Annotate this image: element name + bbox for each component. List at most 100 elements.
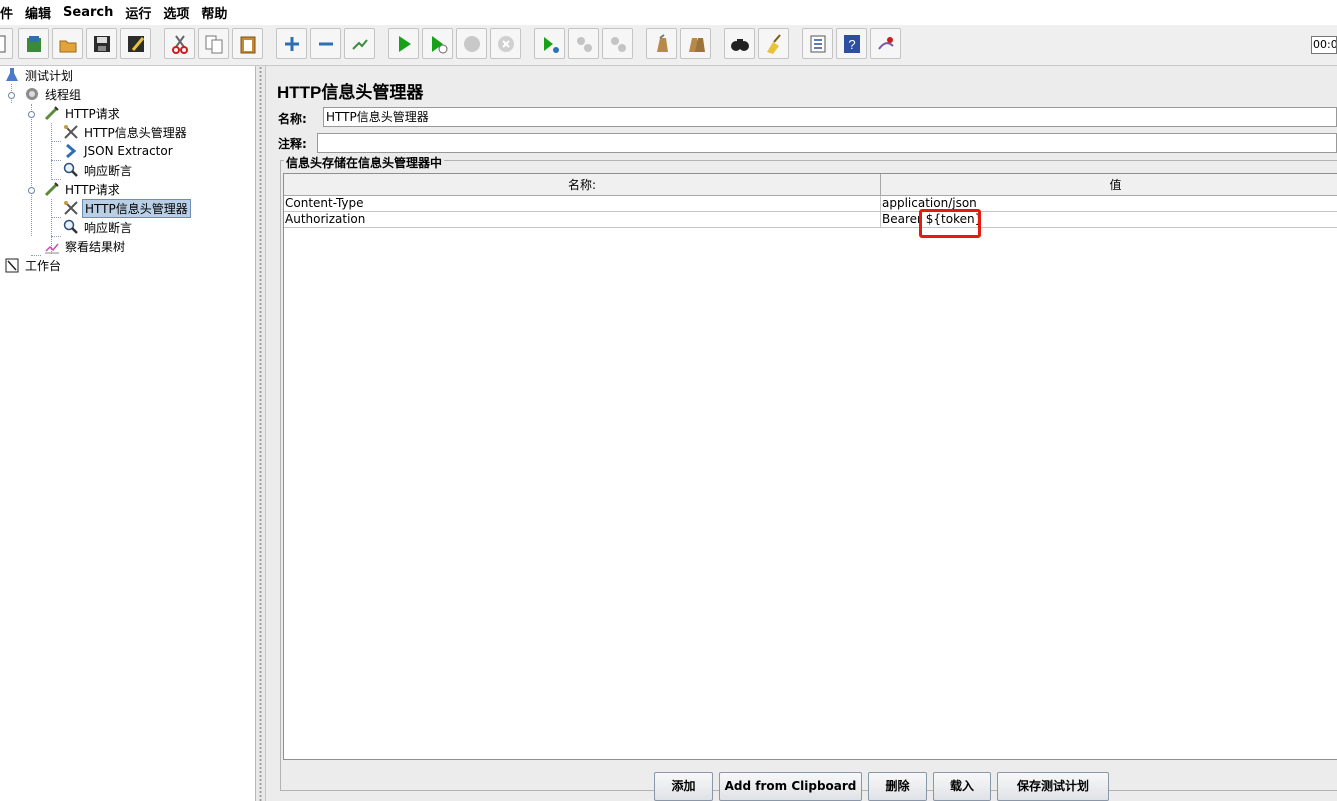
column-header-value[interactable]: 值: [881, 174, 1337, 196]
remote-stop-icon: [576, 36, 592, 52]
reset-search-icon: [766, 33, 781, 54]
tree-node-label: 测试计划: [25, 68, 74, 83]
templates-icon: [26, 35, 41, 52]
comment-label: 注释:: [278, 137, 307, 151]
collapse-icon: [318, 42, 333, 45]
tree-node-view-results-tree[interactable]: 察看结果树: [44, 237, 127, 255]
delete-button[interactable]: 删除: [868, 772, 927, 801]
tree-expand-handle[interactable]: [28, 187, 35, 194]
splitter-grip: [259, 66, 262, 801]
expand-button[interactable]: [276, 28, 307, 59]
add-button[interactable]: 添加: [654, 772, 713, 801]
tree-node-label: HTTP信息头管理器: [84, 125, 187, 140]
tree-node-http-request[interactable]: HTTP请求: [44, 180, 122, 198]
table-cell-name[interactable]: Authorization: [284, 212, 881, 228]
tree-node-workbench[interactable]: 工作台: [4, 256, 63, 274]
tree-node-http-request[interactable]: HTTP请求: [44, 104, 122, 122]
header-manager-panel: HTTP信息头管理器 名称: HTTP信息头管理器 注释: 信息头存储在信息头管…: [266, 66, 1337, 801]
remote-exit-button[interactable]: [602, 28, 633, 59]
stop-button[interactable]: [456, 28, 487, 59]
header-manager-icon: [64, 201, 78, 215]
name-input[interactable]: HTTP信息头管理器: [323, 107, 1337, 127]
load-button[interactable]: 载入: [933, 772, 991, 801]
search-button[interactable]: [724, 28, 755, 59]
tree-node-label: HTTP请求: [65, 106, 120, 121]
templates-button[interactable]: [18, 28, 49, 59]
save-as-button[interactable]: [120, 28, 151, 59]
test-plan-tree: 测试计划 线程组 HTTP请求 HTTP信息头管理器 JSON Extracto…: [0, 66, 256, 801]
tree-expand-handle[interactable]: [28, 111, 35, 118]
toggle-button[interactable]: [344, 28, 375, 59]
tree-expand-handle[interactable]: [8, 92, 15, 99]
help-button[interactable]: ?: [836, 28, 867, 59]
clear-all-icon: [688, 37, 705, 52]
add-from-clipboard-button[interactable]: Add from Clipboard: [719, 772, 862, 801]
start-button[interactable]: [388, 28, 419, 59]
reset-search-button[interactable]: [758, 28, 789, 59]
tree-node-label: JSON Extractor: [84, 144, 173, 158]
save-button[interactable]: [86, 28, 117, 59]
tree-connector: [51, 141, 61, 142]
paste-icon: [240, 36, 255, 53]
clear-button[interactable]: [646, 28, 677, 59]
tree-node-response-assertion[interactable]: 响应断言: [63, 218, 134, 236]
assertion-icon: [63, 219, 78, 234]
menu-options[interactable]: 选项: [157, 3, 195, 22]
logger-button[interactable]: [870, 28, 901, 59]
toggle-icon: [351, 38, 368, 50]
headers-table: 名称: 值 Content-Type application/json Auth…: [283, 173, 1337, 760]
tree-node-response-assertion[interactable]: 响应断言: [63, 161, 134, 179]
annotation-highlight-box: [919, 209, 981, 238]
help-icon: ?: [843, 34, 860, 53]
name-label: 名称:: [278, 112, 307, 126]
menu-help[interactable]: 帮助: [195, 3, 233, 22]
shutdown-button[interactable]: [490, 28, 521, 59]
new-icon: [0, 35, 5, 52]
collapse-button[interactable]: [310, 28, 341, 59]
tree-node-json-extractor[interactable]: JSON Extractor: [63, 142, 175, 160]
save-test-plan-button[interactable]: 保存测试计划: [997, 772, 1109, 801]
menu-run[interactable]: 运行: [119, 3, 157, 22]
test-plan-icon: [6, 68, 18, 81]
remote-start-button[interactable]: [534, 28, 565, 59]
function-helper-button[interactable]: [802, 28, 833, 59]
workbench-icon: [5, 258, 19, 273]
header-manager-icon: [64, 125, 78, 139]
open-button[interactable]: [52, 28, 83, 59]
search-icon: [730, 38, 749, 51]
toolbar: ?: [0, 25, 1337, 66]
cut-button[interactable]: [164, 28, 195, 59]
menu-file[interactable]: 件: [0, 3, 19, 22]
tree-node-label: HTTP请求: [65, 182, 120, 197]
copy-button[interactable]: [198, 28, 229, 59]
tree-node-label: 响应断言: [84, 220, 133, 235]
pane-splitter[interactable]: [256, 66, 266, 801]
tree-node-test-plan[interactable]: 测试计划: [4, 66, 75, 84]
start-no-pause-button[interactable]: [422, 28, 453, 59]
paste-button[interactable]: [232, 28, 263, 59]
tree-node-label: 察看结果树: [65, 239, 126, 254]
copy-icon: [205, 35, 222, 53]
tree-node-label: HTTP信息头管理器: [82, 198, 191, 218]
tree-node-thread-group[interactable]: 线程组: [24, 85, 83, 103]
menu-edit[interactable]: 编辑: [19, 3, 57, 22]
remote-stop-button[interactable]: [568, 28, 599, 59]
clear-all-button[interactable]: [680, 28, 711, 59]
logger-icon: [877, 36, 894, 50]
timer-display: 00:0: [1311, 36, 1337, 54]
headers-group-title: 信息头存储在信息头管理器中: [284, 154, 445, 171]
tree-node-header-manager[interactable]: HTTP信息头管理器: [63, 123, 189, 141]
tree-node-label: 工作台: [25, 258, 62, 273]
menu-search[interactable]: Search: [57, 5, 119, 20]
table-cell-name[interactable]: Content-Type: [284, 196, 881, 212]
column-header-name[interactable]: 名称:: [284, 174, 881, 196]
http-request-icon: [44, 182, 59, 197]
comment-input[interactable]: [317, 133, 1337, 153]
tree-node-header-manager-selected[interactable]: HTTP信息头管理器: [63, 198, 191, 218]
svg-text:?: ?: [848, 37, 855, 52]
new-button[interactable]: [0, 28, 13, 59]
clear-icon: [656, 33, 668, 52]
remote-exit-icon: [610, 36, 626, 52]
menu-bar: 件 编辑 Search 运行 选项 帮助: [0, 0, 1337, 25]
assertion-icon: [63, 162, 78, 177]
